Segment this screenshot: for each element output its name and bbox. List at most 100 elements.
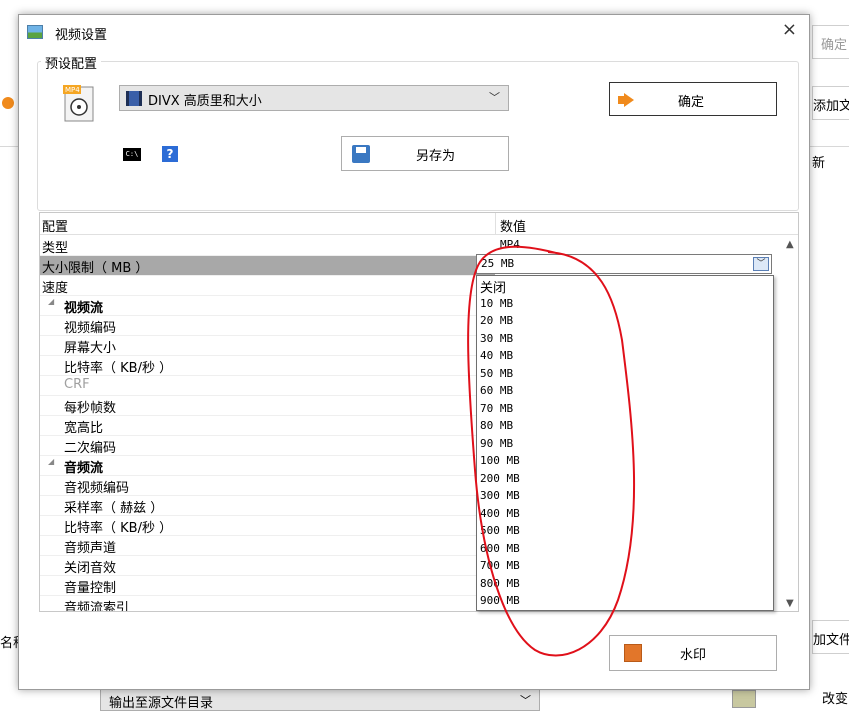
bg-add-file-label: 添加文 [813, 99, 849, 114]
grid-row-type[interactable]: 类型 [40, 236, 495, 256]
scroll-up-icon[interactable]: ▲ [786, 239, 794, 250]
dropdown-option[interactable]: 100 MB [480, 454, 520, 467]
dropdown-option[interactable]: 50 MB [480, 367, 513, 380]
bg-add-file-button[interactable]: 添加文 [812, 86, 849, 120]
grid-row-fps[interactable]: 每秒帧数 [40, 396, 495, 416]
bg-change-label[interactable]: 改变 [822, 688, 848, 707]
grid-scrollbar[interactable]: ▲ ▼ [784, 235, 798, 611]
grid-row-label: 视频流 [64, 301, 104, 316]
dropdown-option[interactable]: 900 MB [480, 594, 520, 607]
grid-row-video-bitrate[interactable]: 比特率（ KB/秒 ） [40, 356, 495, 376]
grid-row-label: CRF [64, 377, 90, 392]
chevron-down-icon[interactable]: ﹀ [753, 257, 769, 271]
grid-row-label: 比特率（ KB/秒 ） [64, 361, 173, 376]
output-dir-value: 输出至源文件目录 [109, 696, 214, 711]
collapse-triangle-icon[interactable]: ◢ [48, 297, 54, 306]
grid-header: 配置 数值 [40, 213, 798, 235]
dropdown-option[interactable]: 800 MB [480, 577, 520, 590]
grid-row-speed[interactable]: 速度 [40, 276, 495, 296]
dropdown-option[interactable]: 关闭 [480, 277, 506, 296]
bg-new-label: 新 [812, 156, 826, 171]
ok-button-label: 确定 [678, 95, 705, 110]
dropdown-option[interactable]: 40 MB [480, 349, 513, 362]
grid-row-label: 关闭音效 [64, 561, 117, 576]
bg-confirm-button[interactable]: 确定 [812, 25, 849, 59]
grid-row-crf: CRF [40, 376, 495, 396]
bg-orange-icon [2, 97, 14, 109]
grid-row-aspect[interactable]: 宽高比 [40, 416, 495, 436]
grid-row-label: 比特率（ KB/秒 ） [64, 521, 173, 536]
svg-text:MP4: MP4 [65, 86, 80, 94]
grid-row-label: 速度 [42, 281, 69, 296]
grid-row-label: 音频流索引 [64, 601, 130, 612]
dropdown-option[interactable]: 300 MB [480, 489, 520, 502]
preset-group-legend: 预设配置 [41, 53, 102, 72]
dropdown-option[interactable]: 600 MB [480, 542, 520, 555]
scroll-down-icon[interactable]: ▼ [786, 598, 794, 609]
grid-row-label: 大小限制（ MB ） [42, 261, 149, 276]
grid-row-video-codec[interactable]: 视频编码 [40, 316, 495, 336]
dropdown-option[interactable]: 30 MB [480, 332, 513, 345]
preset-select[interactable]: DIVX 高质里和大小 ﹀ [119, 85, 509, 111]
grid-row-label: 类型 [42, 241, 69, 256]
grid-row-size-limit[interactable]: 大小限制（ MB ） [40, 256, 495, 276]
grid-row-label: 宽高比 [64, 421, 104, 436]
output-dir-select[interactable]: 输出至源文件目录 ﹀ [100, 688, 540, 711]
grid-row-label: 视频编码 [64, 321, 117, 336]
grid-row-label: 音频流 [64, 461, 104, 476]
dropdown-option[interactable]: 90 MB [480, 437, 513, 450]
chevron-down-icon: ﹀ [520, 694, 531, 707]
collapse-triangle-icon[interactable]: ◢ [48, 457, 54, 466]
grid-row-label: 音视频编码 [64, 481, 130, 496]
bg-add-file-2-button[interactable]: 加文件 [812, 620, 849, 654]
grid-row-label: 音量控制 [64, 581, 117, 596]
watermark-button[interactable]: 水印 [609, 635, 777, 671]
watermark-icon [624, 644, 642, 662]
dropdown-option[interactable]: 500 MB [480, 524, 520, 537]
grid-row-sample-rate[interactable]: 采样率（ 赫兹 ） [40, 496, 495, 516]
dropdown-option[interactable]: 60 MB [480, 384, 513, 397]
grid-row-label: 音频声道 [64, 541, 117, 556]
save-as-button[interactable]: 另存为 [341, 136, 509, 171]
chevron-down-icon: ﹀ [489, 91, 500, 104]
dropdown-option[interactable]: 400 MB [480, 507, 520, 520]
mp4-file-icon: MP4 [63, 85, 94, 122]
watermark-button-label: 水印 [680, 648, 707, 663]
close-icon[interactable]: × [782, 21, 797, 39]
grid-category-video[interactable]: ◢ 视频流 [40, 296, 495, 316]
preset-select-value: DIVX 高质里和大小 [148, 94, 262, 109]
save-as-button-label: 另存为 [416, 149, 456, 164]
film-icon [126, 91, 142, 106]
dropdown-option[interactable]: 20 MB [480, 314, 513, 327]
grid-row-audio-codec[interactable]: 音视频编码 [40, 476, 495, 496]
grid-row-two-pass[interactable]: 二次编码 [40, 436, 495, 456]
grid-row-screen-size[interactable]: 屏幕大小 [40, 336, 495, 356]
size-limit-current-value: 25 MB [481, 257, 515, 270]
grid-row-label: 屏幕大小 [64, 341, 117, 356]
dropdown-option[interactable]: 10 MB [480, 297, 513, 310]
grid-header-value: 数值 [500, 220, 527, 235]
grid-row-volume[interactable]: 音量控制 [40, 576, 495, 596]
bg-confirm-label: 确定 [821, 38, 848, 53]
dropdown-option[interactable]: 80 MB [480, 419, 513, 432]
grid-header-divider [495, 213, 496, 235]
grid-header-config: 配置 [42, 220, 69, 235]
help-icon[interactable]: ? [162, 146, 178, 162]
grid-row-audio-index[interactable]: 音频流索引 [40, 596, 495, 612]
grid-row-mute[interactable]: 关闭音效 [40, 556, 495, 576]
grid-row-audio-channels[interactable]: 音频声道 [40, 536, 495, 556]
bg-folder-icon[interactable] [732, 690, 756, 708]
command-line-icon[interactable]: C:\ [123, 148, 141, 161]
arrow-right-icon [624, 93, 634, 107]
ok-button[interactable]: 确定 [609, 82, 777, 116]
dropdown-option[interactable]: 700 MB [480, 559, 520, 572]
grid-category-audio[interactable]: ◢ 音频流 [40, 456, 495, 476]
dropdown-option[interactable]: 200 MB [480, 472, 520, 485]
grid-row-audio-bitrate[interactable]: 比特率（ KB/秒 ） [40, 516, 495, 536]
grid-row-label: 采样率（ 赫兹 ） [64, 501, 164, 516]
size-limit-dropdown-list: 关闭 10 MB 20 MB 30 MB 40 MB 50 MB 60 MB 7… [476, 275, 774, 611]
dropdown-option[interactable]: 70 MB [480, 402, 513, 415]
floppy-disk-icon [352, 145, 370, 163]
dialog-title: 视频设置 [55, 28, 108, 43]
size-limit-combobox[interactable]: 25 MB ﹀ [476, 254, 772, 274]
